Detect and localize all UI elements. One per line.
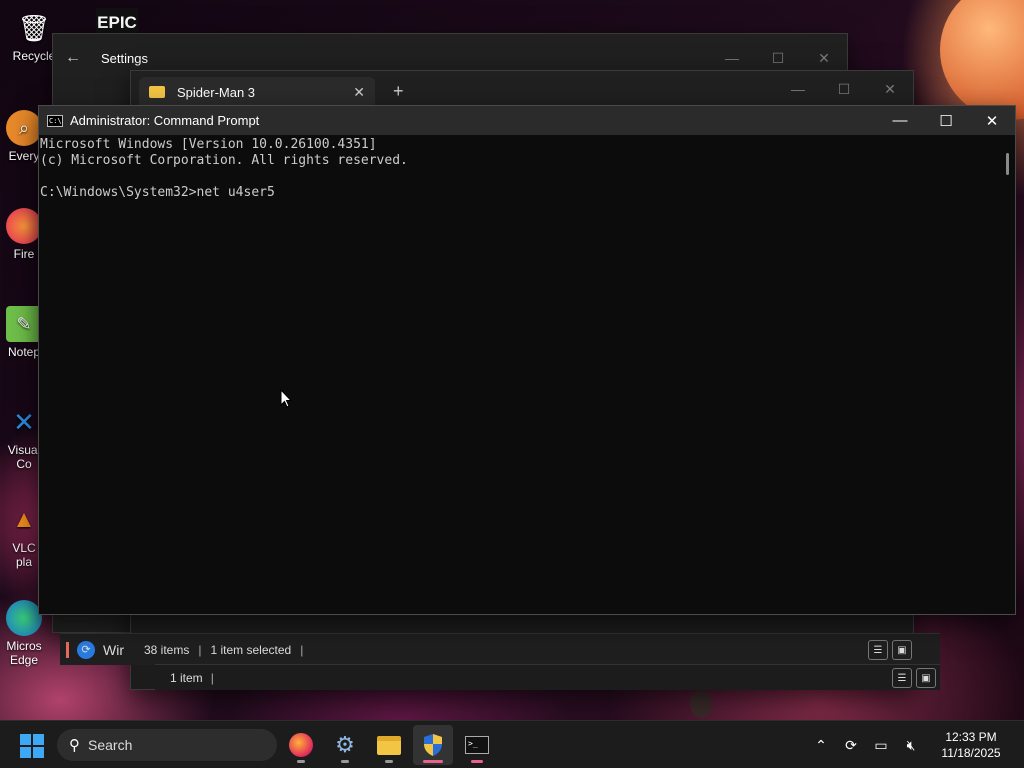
notepad-icon: ✎ [6,306,42,342]
folder-icon [377,735,401,755]
new-tab-plus-icon[interactable]: + [393,81,404,102]
explorer-tabbar: Spider-Man 3 ✕ + — ☐ ✕ [131,71,913,107]
explorer-maximize-icon[interactable]: ☐ [821,71,867,107]
firefox-icon [6,208,42,244]
status-separator-2: | [300,642,304,657]
command-prompt-window[interactable]: C:\ Administrator: Command Prompt — ☐ ✕ … [38,105,1016,615]
details-view-icon-2[interactable]: ☰ [892,668,912,688]
firefox-icon [289,733,313,757]
chevron-up-icon[interactable]: ⌃ [806,737,836,754]
cmd-titlebar[interactable]: C:\ Administrator: Command Prompt — ☐ ✕ [39,106,1015,135]
explorer-close-icon[interactable]: ✕ [867,71,913,107]
taskbar-security-shield[interactable] [413,725,453,765]
running-indicator [297,760,305,763]
search-placeholder: Search [88,737,133,753]
clock-date: 11/18/2025 [941,746,1001,760]
details-view-icon[interactable]: ☰ [868,640,888,660]
everything-icon: ⌕ [6,110,42,146]
status-separator-3: | [210,670,214,685]
explorer-status-bar: ⟳ Wir 38 items | 1 item selected | ☰ ▣ [60,633,940,665]
cmd-scrollbar[interactable] [999,135,1015,614]
console-line: (c) Microsoft Corporation. All rights re… [40,153,408,168]
sidebar-indicator [66,641,69,658]
active-indicator [423,760,443,763]
windows-logo-pane [33,734,44,745]
search-icon: ⚲ [69,737,80,754]
running-indicator [341,760,349,763]
wallpaper-planet [940,0,1024,120]
console-prompt-line[interactable]: C:\Windows\System32>net u4ser5 [40,185,998,201]
taskbar-settings[interactable]: ⚙ [325,725,365,765]
taskbar-terminal[interactable]: >_ [457,725,497,765]
taskbar-search-box[interactable]: ⚲ Search [57,729,277,761]
speaker-muted-icon[interactable]: 🔇︎ [896,737,926,754]
explorer-tab[interactable]: Spider-Man 3 ✕ [139,77,375,107]
running-indicator [471,760,483,763]
status-item-count: 38 items [144,642,190,657]
taskbar-firefox[interactable] [281,725,321,765]
tiles-view-icon[interactable]: ▣ [892,640,912,660]
vscode-icon: ✕ [13,406,35,437]
cmd-app-icon: C:\ [47,114,63,127]
taskbar: ⚲ Search ⚙ >_ ⌃ ⟳ ▭ 🔇︎ 12:33 PM 11/18/20… [0,720,1024,768]
windows-logo-pane [20,734,31,745]
cmd-close-icon[interactable]: ✕ [969,106,1015,135]
status-separator: | [198,642,202,657]
edge-icon [6,600,42,636]
mouse-pointer-icon [280,389,292,408]
explorer-tab-title: Spider-Man 3 [177,84,256,100]
sync-alert-icon[interactable]: ⟳ [836,737,866,754]
cmd-minimize-icon[interactable]: — [877,106,923,135]
scrollbar-thumb[interactable] [1006,153,1009,175]
tab-close-icon[interactable]: ✕ [353,84,365,101]
explorer2-status-count: 1 item [170,670,203,685]
folder-icon [149,86,165,98]
clock-time: 12:33 PM [945,730,997,744]
cmd-console-output[interactable]: Microsoft Windows [Version 10.0.26100.43… [39,135,999,614]
explorer-minimize-icon[interactable]: — [775,71,821,107]
taskbar-clock[interactable]: 12:33 PM 11/18/2025 [926,729,1016,761]
windows-logo-pane [33,747,44,758]
taskbar-file-explorer[interactable] [369,725,409,765]
tiles-view-icon-2[interactable]: ▣ [916,668,936,688]
windows-logo-pane [20,747,31,758]
sidebar-item-label[interactable]: Wir [103,642,124,658]
status-selected-count: 1 item selected [210,642,292,657]
recycle-bin-icon: 🗑 [17,12,51,43]
terminal-icon: >_ [465,736,489,754]
back-arrow-icon[interactable]: ← [55,49,91,67]
explorer2-status-bar: 1 item | ☰ ▣ [155,664,940,690]
sync-icon: ⟳ [77,640,95,659]
vlc-icon: ▲ [12,506,36,533]
running-indicator [385,760,393,763]
cmd-title: Administrator: Command Prompt [70,113,260,128]
display-icon[interactable]: ▭ [866,737,896,754]
shield-icon [424,734,442,756]
console-line: Microsoft Windows [Version 10.0.26100.43… [40,137,377,152]
start-button[interactable] [20,734,44,758]
cmd-maximize-icon[interactable]: ☐ [923,106,969,135]
settings-title: Settings [101,50,148,66]
system-tray: ⌃ ⟳ ▭ 🔇︎ 12:33 PM 11/18/2025 [806,721,1024,768]
explorer-sidebar-strip: ⟳ Wir [60,634,148,665]
wallpaper-bubble [690,690,712,718]
gear-icon: ⚙ [335,732,355,757]
